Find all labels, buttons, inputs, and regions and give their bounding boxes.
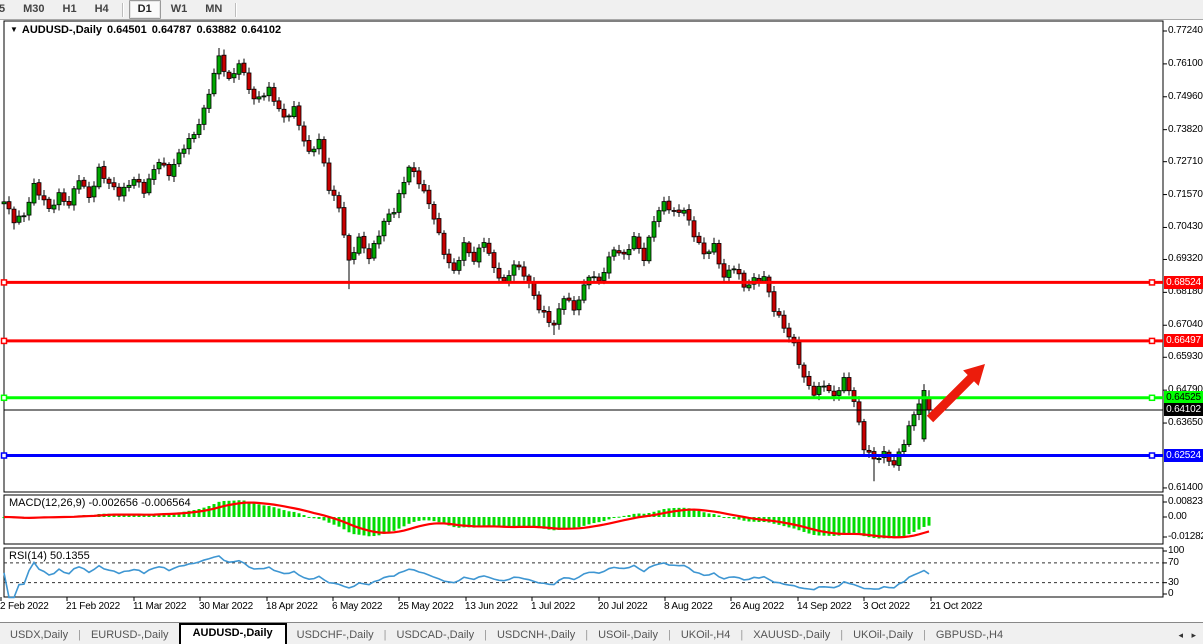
time-axis-label: 21 Feb 2022: [66, 601, 120, 612]
time-axis-label: 13 Jun 2022: [465, 601, 518, 612]
rsi-axis-label: 70: [1168, 557, 1179, 568]
tab-ukoil-h4[interactable]: UKOil-,H4: [671, 626, 741, 644]
timeframe-button-h1[interactable]: H1: [55, 1, 85, 18]
time-axis-label: 14 Sep 2022: [797, 601, 852, 612]
tab-usdcad-daily[interactable]: USDCAD-,Daily: [387, 626, 485, 644]
price-axis-label: 0.74960: [1168, 91, 1203, 102]
timeframe-button-d1[interactable]: D1: [129, 0, 161, 19]
price-axis-label: 0.69320: [1168, 253, 1203, 264]
rsi-value: 50.1355: [50, 550, 90, 562]
tab-usoil-daily[interactable]: USOil-,Daily: [588, 626, 668, 644]
time-axis-label: 1 Jul 2022: [531, 601, 575, 612]
tab-usdcnh-daily[interactable]: USDCNH-,Daily: [487, 626, 585, 644]
timeframe-button-m30[interactable]: M30: [15, 1, 52, 18]
macd-indicator-label: MACD(12,26,9) -0.002656 -0.006564: [9, 497, 191, 509]
hline-price-badge: 0.66497: [1164, 334, 1203, 347]
time-axis-label: 6 May 2022: [332, 601, 382, 612]
time-axis-label: 8 Aug 2022: [664, 601, 713, 612]
rsi-name: RSI(14): [9, 550, 47, 562]
timeframe-button-5[interactable]: 5: [0, 1, 13, 18]
price-axis-label: 0.76100: [1168, 58, 1203, 69]
time-axis-label: 21 Oct 2022: [930, 601, 982, 612]
price-axis-label: 0.61400: [1168, 482, 1203, 493]
tab-ukoil-daily[interactable]: UKOil-,Daily: [843, 626, 923, 644]
hline-price-badge: 0.68524: [1164, 276, 1203, 289]
timeframe-button-mn[interactable]: MN: [197, 1, 230, 18]
current-price-badge: 0.64102: [1164, 403, 1203, 416]
toolbar-separator: [235, 3, 237, 17]
price-axis-label: 0.73820: [1168, 124, 1203, 135]
line-handle-right[interactable]: [1150, 280, 1155, 285]
line-handle-left[interactable]: [2, 338, 7, 343]
macd-values: -0.002656 -0.006564: [88, 497, 190, 509]
time-axis-label: 25 May 2022: [398, 601, 454, 612]
tab-audusd-daily[interactable]: AUDUSD-,Daily: [179, 623, 287, 644]
price-high: 0.64787: [152, 24, 192, 36]
line-handle-left[interactable]: [2, 280, 7, 285]
line-handle-right[interactable]: [1150, 395, 1155, 400]
rsi-axis-label: 0: [1168, 588, 1173, 599]
timeframe-button-w1[interactable]: W1: [163, 1, 196, 18]
time-axis-label: 20 Jul 2022: [598, 601, 648, 612]
price-axis-label: 0.67040: [1168, 319, 1203, 330]
hline-price-badge: 0.64525: [1164, 391, 1203, 404]
rsi-axis-label: 30: [1168, 577, 1179, 588]
price-axis-label: 0.77240: [1168, 25, 1203, 36]
line-handle-left[interactable]: [2, 395, 7, 400]
time-axis-label: 18 Apr 2022: [266, 601, 318, 612]
time-axis-label: 30 Mar 2022: [199, 601, 253, 612]
chart-title: ▼ AUDUSD-,Daily 0.64501 0.64787 0.63882 0.641…: [10, 24, 286, 36]
time-axis-label: 26 Aug 2022: [730, 601, 784, 612]
timeframe-toolbar: 5M30H1H4 D1W1MN: [0, 0, 1203, 20]
price-axis-label: 0.72710: [1168, 156, 1203, 167]
tab-usdx-daily[interactable]: USDX,Daily: [0, 626, 78, 644]
tab-eurusd-daily[interactable]: EURUSD-,Daily: [81, 626, 179, 644]
line-handle-right[interactable]: [1150, 453, 1155, 458]
price-axis-label: 0.63650: [1168, 417, 1203, 428]
macd-axis-label: 0.00: [1168, 511, 1187, 522]
symbol-tab-bar: ◂ ▸ USDX,Daily|EURUSD-,DailyAUDUSD-,Dail…: [0, 622, 1203, 644]
chart-canvas[interactable]: [0, 19, 1203, 620]
chevron-down-icon[interactable]: ▼: [10, 25, 18, 34]
price-axis-label: 0.65930: [1168, 351, 1203, 362]
tab-xauusd-daily[interactable]: XAUUSD-,Daily: [743, 626, 840, 644]
line-handle-left[interactable]: [2, 453, 7, 458]
tab-gbpusd-h4[interactable]: GBPUSD-,H4: [926, 626, 1013, 644]
macd-axis-label: -0.01282: [1168, 531, 1203, 542]
price-close: 0.64102: [241, 24, 281, 36]
macd-axis-label: 0.00823: [1168, 496, 1203, 507]
trading-terminal-window: 5M30H1H4 D1W1MN ▼ AUDUSD-,Daily 0.64501 0.64…: [0, 0, 1203, 644]
timeframe-button-h4[interactable]: H4: [87, 1, 117, 18]
price-low: 0.63882: [197, 24, 237, 36]
price-open: 0.64501: [107, 24, 147, 36]
time-axis-label: 3 Oct 2022: [863, 601, 910, 612]
price-axis-label: 0.70430: [1168, 221, 1203, 232]
rsi-axis-label: 100: [1168, 545, 1184, 556]
tab-usdchf-daily[interactable]: USDCHF-,Daily: [287, 626, 384, 644]
macd-name: MACD(12,26,9): [9, 497, 85, 509]
time-axis-label: 2 Feb 2022: [0, 601, 49, 612]
tab-scroll-arrows-icon[interactable]: ◂ ▸: [1178, 630, 1199, 641]
rsi-indicator-label: RSI(14) 50.1355: [9, 550, 90, 562]
price-axis-label: 0.71570: [1168, 189, 1203, 200]
chart-symbol: AUDUSD-,Daily: [22, 24, 102, 36]
line-handle-right[interactable]: [1150, 338, 1155, 343]
toolbar-separator: [122, 3, 124, 17]
hline-price-badge: 0.62524: [1164, 449, 1203, 462]
time-axis-label: 11 Mar 2022: [133, 601, 186, 612]
